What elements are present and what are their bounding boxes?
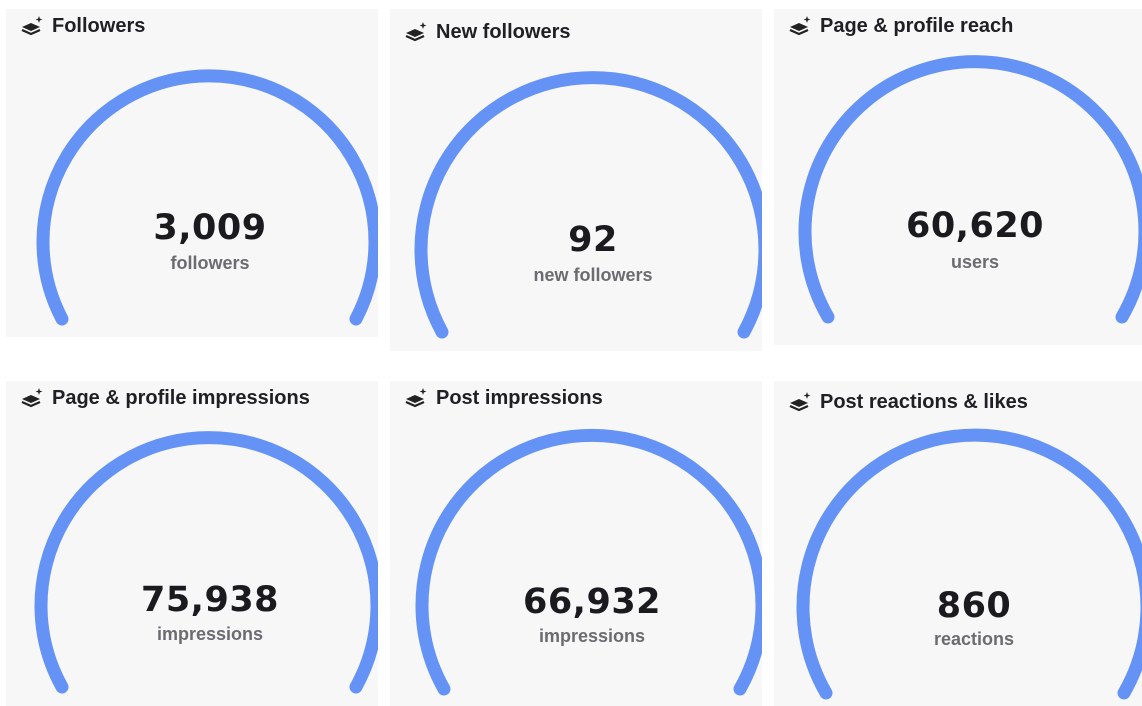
metric-card-page-profile-reach: Page & profile reach 60,620 users — [774, 9, 1142, 345]
metric-unit: new followers — [533, 265, 653, 285]
card-title: Post impressions — [436, 387, 603, 409]
metric-card-followers: Followers 3,009 followers — [6, 9, 378, 337]
card-header: Page & profile reach — [788, 15, 1013, 38]
gauge-arc — [414, 71, 762, 339]
metric-unit: reactions — [933, 629, 1015, 649]
card-title: Followers — [52, 15, 146, 37]
card-title: New followers — [436, 21, 571, 43]
card-header: Followers — [20, 15, 145, 38]
metric-value: 60,620 — [905, 206, 1045, 246]
layers-sparkle-icon — [21, 387, 43, 407]
gauge-track — [34, 431, 378, 694]
gauge-track — [796, 428, 1142, 700]
metric-value: 3,009 — [153, 208, 267, 248]
metric-unit: impressions — [538, 626, 646, 646]
metric-card-post-impressions: Post impressions 66,932 impressions — [390, 381, 762, 706]
card-header: Post reactions & likes — [788, 391, 1028, 414]
metric-unit: followers — [170, 253, 250, 273]
layers-sparkle-icon — [789, 15, 811, 35]
layers-sparkle-icon — [789, 391, 811, 411]
gauge-track — [36, 69, 378, 326]
metric-unit: users — [950, 252, 1000, 272]
metric-value: 92 — [568, 220, 618, 260]
gauge-track — [414, 71, 762, 339]
card-title: Page & profile impressions — [52, 387, 310, 409]
card-header: Page & profile impressions — [20, 387, 310, 410]
layers-sparkle-icon — [405, 387, 427, 407]
gauge-arc — [415, 428, 762, 696]
metric-value: 66,932 — [522, 582, 662, 622]
layers-sparkle-icon — [405, 21, 427, 41]
gauge-arc — [34, 431, 378, 694]
card-title: Post reactions & likes — [820, 391, 1028, 413]
layers-sparkle-icon — [21, 15, 43, 35]
card-header: Post impressions — [404, 387, 603, 410]
metric-card-new-followers: New followers 92 new followers — [390, 9, 762, 351]
metric-value: 860 — [936, 586, 1012, 626]
gauge-track — [415, 428, 762, 696]
metric-card-post-reactions-likes: Post reactions & likes 860 reactions — [774, 381, 1142, 706]
gauge-arc — [796, 428, 1142, 700]
gauge-arc — [36, 69, 378, 326]
card-title: Page & profile reach — [820, 15, 1014, 37]
card-header: New followers — [404, 21, 570, 44]
metric-value: 75,938 — [140, 580, 280, 620]
dashboard-grid: Followers 3,009 followers New followers … — [0, 0, 1142, 706]
gauge-track — [798, 55, 1142, 324]
metric-card-page-profile-impressions: Page & profile impressions 75,938 impres… — [6, 381, 378, 706]
metric-unit: impressions — [156, 624, 264, 644]
